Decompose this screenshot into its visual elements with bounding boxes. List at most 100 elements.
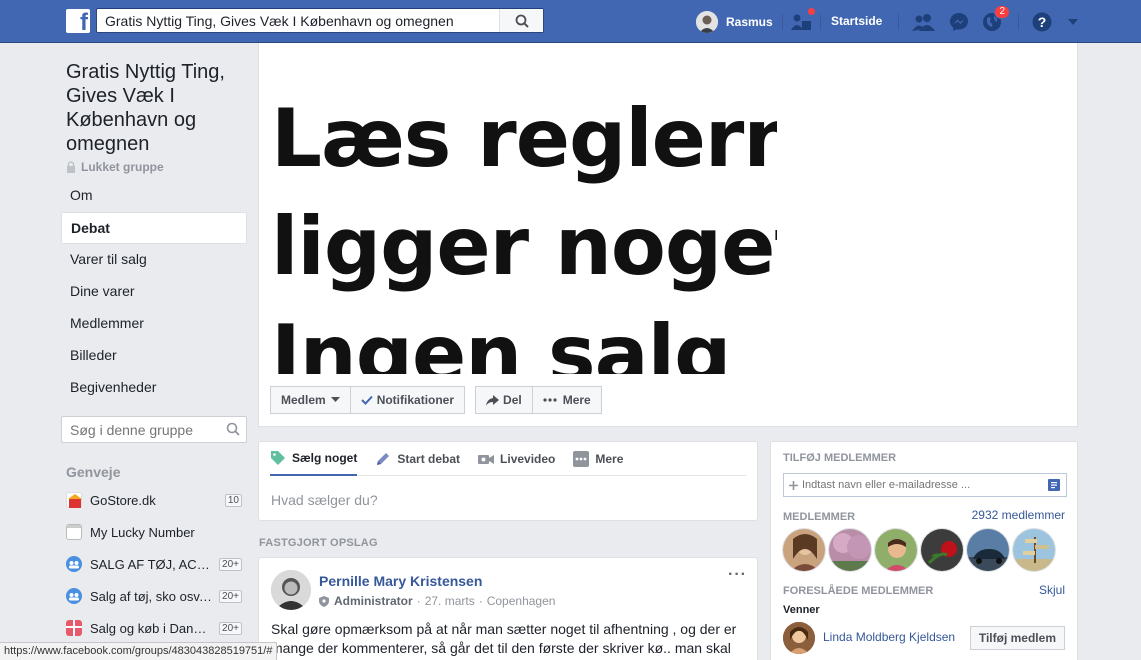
- post-location[interactable]: Copenhagen: [487, 594, 556, 608]
- shortcut-item[interactable]: SALG AF TØJ, ACCESSORIES 20+: [66, 553, 242, 575]
- notifications-button-label: Notifikationer: [376, 393, 455, 407]
- composer-tabs: Sælg noget Start debat Livevideo Mere: [270, 442, 746, 476]
- member-button-label: Medlem: [281, 393, 326, 407]
- shortcut-item[interactable]: GoStore.dk 10: [66, 489, 242, 511]
- notifications-icon[interactable]: 2: [980, 5, 1010, 34]
- gostore-icon: [66, 492, 82, 508]
- group-title[interactable]: Gratis Nyttig Ting, Gives Væk I Københav…: [66, 60, 246, 156]
- member-avatar[interactable]: [1012, 528, 1056, 572]
- account-menu-chevron-icon[interactable]: [1061, 10, 1085, 34]
- help-icon[interactable]: ?: [1030, 10, 1054, 34]
- more-dots-icon: [543, 398, 557, 402]
- cover-line: Ingen salg: [271, 301, 777, 374]
- admin-shield-icon: [319, 595, 329, 607]
- shortcut-label: GoStore.dk: [90, 492, 156, 508]
- tab-live-video[interactable]: Livevideo: [478, 442, 555, 476]
- profile-link[interactable]: Rasmus: [696, 10, 773, 34]
- member-avatars: [782, 528, 1058, 572]
- member-avatar[interactable]: [966, 528, 1010, 572]
- user-name: Rasmus: [726, 15, 773, 29]
- shortcut-item[interactable]: Salg og køb i Danmark 20+: [66, 617, 242, 639]
- add-members-input[interactable]: [798, 474, 1048, 496]
- global-search: [96, 8, 544, 33]
- app-window-icon: [66, 524, 82, 540]
- shortcut-item[interactable]: Salg af tøj, sko osv. i Danmark 20+: [66, 585, 242, 607]
- post-author[interactable]: Pernille Mary Kristensen: [319, 573, 482, 589]
- notifications-count-badge: 2: [994, 5, 1010, 19]
- search-icon[interactable]: [226, 422, 240, 436]
- pinned-posts-heading: FASTGJORT OPSLAG: [259, 537, 378, 549]
- shortcut-count: 20+: [219, 557, 242, 571]
- plus-icon: [789, 480, 798, 490]
- svg-text:?: ?: [1038, 14, 1047, 30]
- friend-requests-icon[interactable]: [912, 10, 936, 34]
- shortcuts-heading: Genveje: [66, 464, 121, 480]
- tab-label: Start debat: [397, 451, 461, 466]
- member-avatar[interactable]: [828, 528, 872, 572]
- tab-more[interactable]: Mere: [573, 442, 623, 476]
- group-search-input[interactable]: [62, 417, 212, 442]
- nav-divider: [820, 14, 821, 30]
- group-nav-members[interactable]: Medlemmer: [61, 308, 247, 340]
- members-count-link[interactable]: 2932 medlemmer: [972, 508, 1065, 522]
- address-book-icon[interactable]: [1048, 479, 1060, 491]
- tab-label: Mere: [595, 451, 624, 466]
- member-avatar[interactable]: [782, 528, 826, 572]
- members-sidebar-card: TILFØJ MEDLEMMER MEDLEMMER 2932 medlemme…: [770, 441, 1078, 660]
- cover-photo[interactable]: Læs reglerne før du ligger noget op! Ing…: [259, 43, 777, 374]
- post-role: Administrator: [334, 594, 413, 608]
- shortcut-label: My Lucky Number: [90, 524, 195, 540]
- facebook-logo-icon[interactable]: f: [66, 9, 90, 33]
- nav-divider: [898, 14, 899, 30]
- suggested-member-avatar[interactable]: [783, 622, 815, 654]
- meta-separator: ·: [416, 594, 421, 608]
- tab-sell-something[interactable]: Sælg noget: [270, 442, 358, 476]
- post-date[interactable]: 27. marts: [425, 594, 475, 608]
- group-nav-about[interactable]: Om: [61, 180, 247, 212]
- home-link[interactable]: Startside: [831, 14, 882, 28]
- member-avatar[interactable]: [920, 528, 964, 572]
- suggested-members-heading: FORESLÅEDE MEDLEMMER: [783, 585, 934, 597]
- caret-down-icon: [330, 397, 340, 402]
- tab-label: Sælg noget: [292, 450, 358, 465]
- composer-input[interactable]: Hvad sælger du?: [271, 492, 378, 508]
- cover-photo-text: Læs reglerne før du ligger noget op! Ing…: [271, 85, 777, 374]
- shortcut-item[interactable]: My Lucky Number: [66, 521, 242, 543]
- global-search-input[interactable]: [97, 9, 497, 32]
- post-options-icon[interactable]: ···: [728, 566, 747, 584]
- lock-icon: [67, 161, 75, 173]
- group-nav-events[interactable]: Begivenheder: [61, 372, 247, 404]
- create-icon[interactable]: [790, 7, 816, 34]
- group-search: [61, 416, 247, 443]
- notifications-button[interactable]: Notifikationer: [350, 386, 466, 414]
- group-navigation: Om Debat Varer til salg Dine varer Medle…: [61, 180, 247, 404]
- tab-start-discussion[interactable]: Start debat: [375, 442, 460, 476]
- group-nav-discussion[interactable]: Debat: [61, 212, 247, 244]
- more-button[interactable]: Mere: [532, 386, 602, 414]
- shortcut-count: 10: [224, 493, 242, 507]
- more-button-label: Mere: [562, 393, 591, 407]
- search-button[interactable]: [499, 9, 543, 32]
- more-dots-icon: [573, 450, 590, 467]
- post-meta: Administrator · 27. marts · Copenhagen: [319, 594, 555, 608]
- tab-label: Livevideo: [500, 451, 556, 466]
- group-privacy-label: Lukket gruppe: [81, 160, 164, 174]
- messenger-icon[interactable]: [947, 10, 971, 34]
- hide-suggestions-link[interactable]: Skjul: [1039, 583, 1065, 597]
- shortcut-label: Salg af tøj, sko osv. i Danmark: [90, 588, 215, 604]
- video-camera-icon: [478, 454, 495, 464]
- group-icon: [66, 556, 82, 572]
- new-dot-badge: [807, 7, 816, 16]
- group-nav-photos[interactable]: Billeder: [61, 340, 247, 372]
- author-avatar[interactable]: [271, 570, 311, 610]
- cover-line-text: Ingen salg: [271, 308, 731, 374]
- share-button[interactable]: Del: [475, 386, 533, 414]
- member-avatar[interactable]: [874, 528, 918, 572]
- nav-divider: [1018, 14, 1019, 30]
- group-nav-for-sale[interactable]: Varer til salg: [61, 244, 247, 276]
- shortcut-count: 20+: [219, 621, 242, 635]
- add-member-button[interactable]: Tilføj medlem: [969, 626, 1065, 650]
- member-button[interactable]: Medlem: [270, 386, 351, 414]
- suggested-member-name[interactable]: Linda Moldberg Kjeldsen: [823, 630, 955, 644]
- group-nav-your-items[interactable]: Dine varer: [61, 276, 247, 308]
